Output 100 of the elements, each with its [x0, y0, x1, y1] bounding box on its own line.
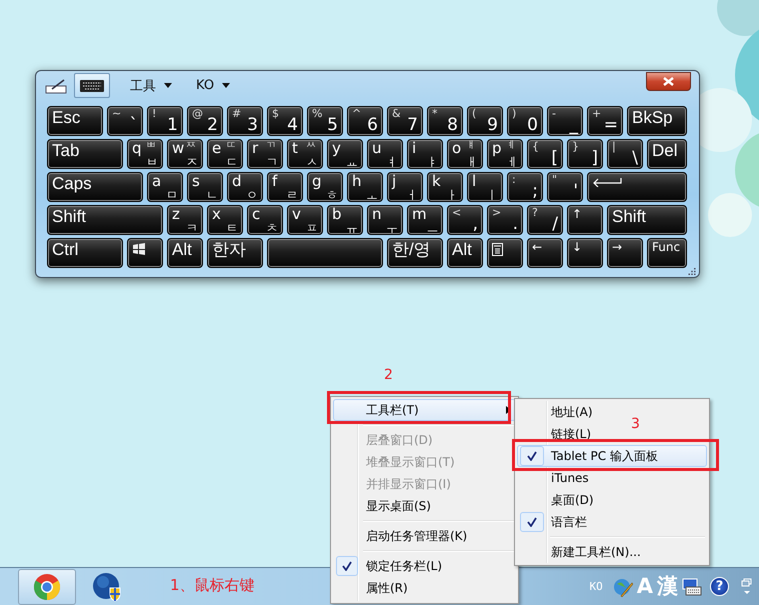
keyboard-key[interactable]: p ㅖ ㅔ	[487, 139, 523, 169]
keyboard-key[interactable]: BkSp	[627, 106, 687, 136]
enter-arrow-icon	[592, 177, 622, 187]
keyboard-key[interactable]: b ㅠ	[327, 205, 363, 235]
pen-tablet-icon	[45, 78, 67, 94]
keyboard-key[interactable]: Alt	[167, 238, 203, 268]
keyboard-key[interactable]: ↑	[567, 205, 603, 235]
keyboard-key[interactable]: g ㅎ	[307, 172, 343, 202]
menu-item[interactable]: iTunes	[517, 467, 707, 489]
menu-item[interactable]: 启动任务管理器(K)	[333, 525, 516, 547]
keyboard-key[interactable]: h ㅗ	[347, 172, 383, 202]
keyboard-key[interactable]: →	[607, 238, 643, 268]
keyboard-key[interactable]: % 5	[307, 106, 343, 136]
keyboard-key[interactable]	[487, 238, 523, 268]
keyboard-key[interactable]: Shift	[607, 205, 687, 235]
keyboard-key[interactable]: ←	[527, 238, 563, 268]
keyboard-key[interactable]: Func	[647, 238, 687, 268]
keyboard-key[interactable]: e ㄸ ㄷ	[207, 139, 243, 169]
keyboard-key[interactable]: > .	[487, 205, 523, 235]
caret-icon	[222, 83, 230, 88]
keyboard-key[interactable]: + =	[587, 106, 623, 136]
keyboard-key[interactable]: s ㄴ	[187, 172, 223, 202]
toolbar-menu[interactable]: 工具	[126, 74, 176, 96]
keyboard-key[interactable]: | \	[607, 139, 643, 169]
keyboard-key[interactable]: ↓	[567, 238, 603, 268]
keyboard-key[interactable]: f ㄹ	[267, 172, 303, 202]
menu-item[interactable]: 工具栏(T)	[333, 399, 516, 421]
keyboard-key[interactable]: m ㅡ	[407, 205, 443, 235]
keyboard-key[interactable]: < ,	[447, 205, 483, 235]
keyboard-key[interactable]: @ 2	[187, 106, 223, 136]
keyboard-key[interactable]: t ㅆ ㅅ	[287, 139, 323, 169]
keyboard-key[interactable]: j ㅓ	[387, 172, 423, 202]
close-icon	[663, 77, 674, 86]
keyboard-key[interactable]: i ㅑ	[407, 139, 443, 169]
menu-item[interactable]: 属性(R)	[333, 577, 516, 599]
keyboard-key[interactable]: Alt	[447, 238, 483, 268]
taskbar-button[interactable]	[18, 568, 76, 604]
globe-pen-icon[interactable]	[612, 576, 633, 596]
keyboard-key[interactable]: $ 4	[267, 106, 303, 136]
keyboard-key[interactable]: 한자	[207, 238, 263, 268]
keyboard-key[interactable]: d ㅇ	[227, 172, 263, 202]
menu-item[interactable]: 新建工具栏(N)...	[517, 541, 707, 563]
menu-item[interactable]: 语言栏	[517, 511, 707, 533]
check-icon	[527, 451, 537, 461]
menu-item[interactable]: 显示桌面(S)	[333, 495, 516, 517]
menu-item[interactable]: Tablet PC 输入面板	[517, 445, 707, 467]
keyboard-icon	[79, 78, 105, 92]
keyboard-key[interactable]: y ㅛ	[327, 139, 363, 169]
keyboard-key[interactable]: ( 9	[467, 106, 503, 136]
keyboard-key[interactable]: c ㅊ	[247, 205, 283, 235]
keyboard-key[interactable]: r ㄲ ㄱ	[247, 139, 283, 169]
keyboard-key[interactable]: x ㅌ	[207, 205, 243, 235]
keyboard-key[interactable]: ~ `	[107, 106, 143, 136]
keyboard-key[interactable]: l ㅣ	[467, 172, 503, 202]
menu-item[interactable]: 桌面(D)	[517, 489, 707, 511]
check-icon	[527, 517, 537, 527]
keyboard-key[interactable]	[267, 238, 383, 268]
keyboard-key[interactable]: & 7	[387, 106, 423, 136]
annotation-number: 3	[631, 417, 640, 431]
keyboard-key[interactable]: 한/영	[387, 238, 443, 268]
keyboard-key[interactable]: Esc	[47, 106, 103, 136]
keyboard-key[interactable]	[127, 238, 163, 268]
globe-shield-icon	[92, 572, 122, 602]
restore-icon[interactable]	[741, 578, 753, 596]
keyboard-key[interactable]: ^ 6	[347, 106, 383, 136]
annotation-number: 2	[384, 368, 393, 382]
keyboard-key[interactable]: Del	[647, 139, 687, 169]
keyboard-key[interactable]: z ㅋ	[167, 205, 203, 235]
toolbar-menu[interactable]: KO	[192, 76, 234, 95]
keyboard-key[interactable]: * 8	[427, 106, 463, 136]
mode-button[interactable]	[74, 73, 110, 98]
keyboard-key[interactable]: - _	[547, 106, 583, 136]
keyboard-key[interactable]: " '	[547, 172, 583, 202]
menu-item[interactable]: 锁定任务栏(L)	[333, 555, 516, 577]
keyboard-key[interactable]: q ㅃ ㅂ	[127, 139, 163, 169]
keyboard-key[interactable]: : ;	[507, 172, 543, 202]
keyboard-key[interactable]: ) 0	[507, 106, 543, 136]
submenu-arrow-icon	[506, 406, 511, 414]
keyboard-key[interactable]: Tab	[47, 139, 123, 169]
keyboard-key[interactable]: ! 1	[147, 106, 183, 136]
help-button[interactable]: ?	[710, 577, 729, 596]
close-button[interactable]	[646, 72, 691, 91]
caret-icon	[164, 83, 172, 88]
keyboard-key[interactable]: n ㅜ	[367, 205, 403, 235]
keyboard-key[interactable]: o ㅒ ㅐ	[447, 139, 483, 169]
keyboard-key[interactable]: { [	[527, 139, 563, 169]
keyboard-key[interactable]: v ㅍ	[287, 205, 323, 235]
resize-grip-icon[interactable]	[687, 268, 697, 275]
keyboard-key[interactable]: # 3	[227, 106, 263, 136]
keyboard-key[interactable]	[587, 172, 687, 202]
keyboard-key[interactable]: u ㅕ	[367, 139, 403, 169]
keyboard-key[interactable]: Shift	[47, 205, 163, 235]
keyboard-key[interactable]: a ㅁ	[147, 172, 183, 202]
keyboard-key[interactable]: } ]	[567, 139, 603, 169]
windows-logo-icon	[132, 243, 146, 255]
keyboard-key[interactable]: ? /	[527, 205, 563, 235]
keyboard-icon[interactable]	[682, 578, 702, 596]
keyboard-key[interactable]: Caps	[47, 172, 143, 202]
keyboard-key[interactable]: k ㅏ	[427, 172, 463, 202]
keyboard-key[interactable]: Ctrl	[47, 238, 123, 268]
